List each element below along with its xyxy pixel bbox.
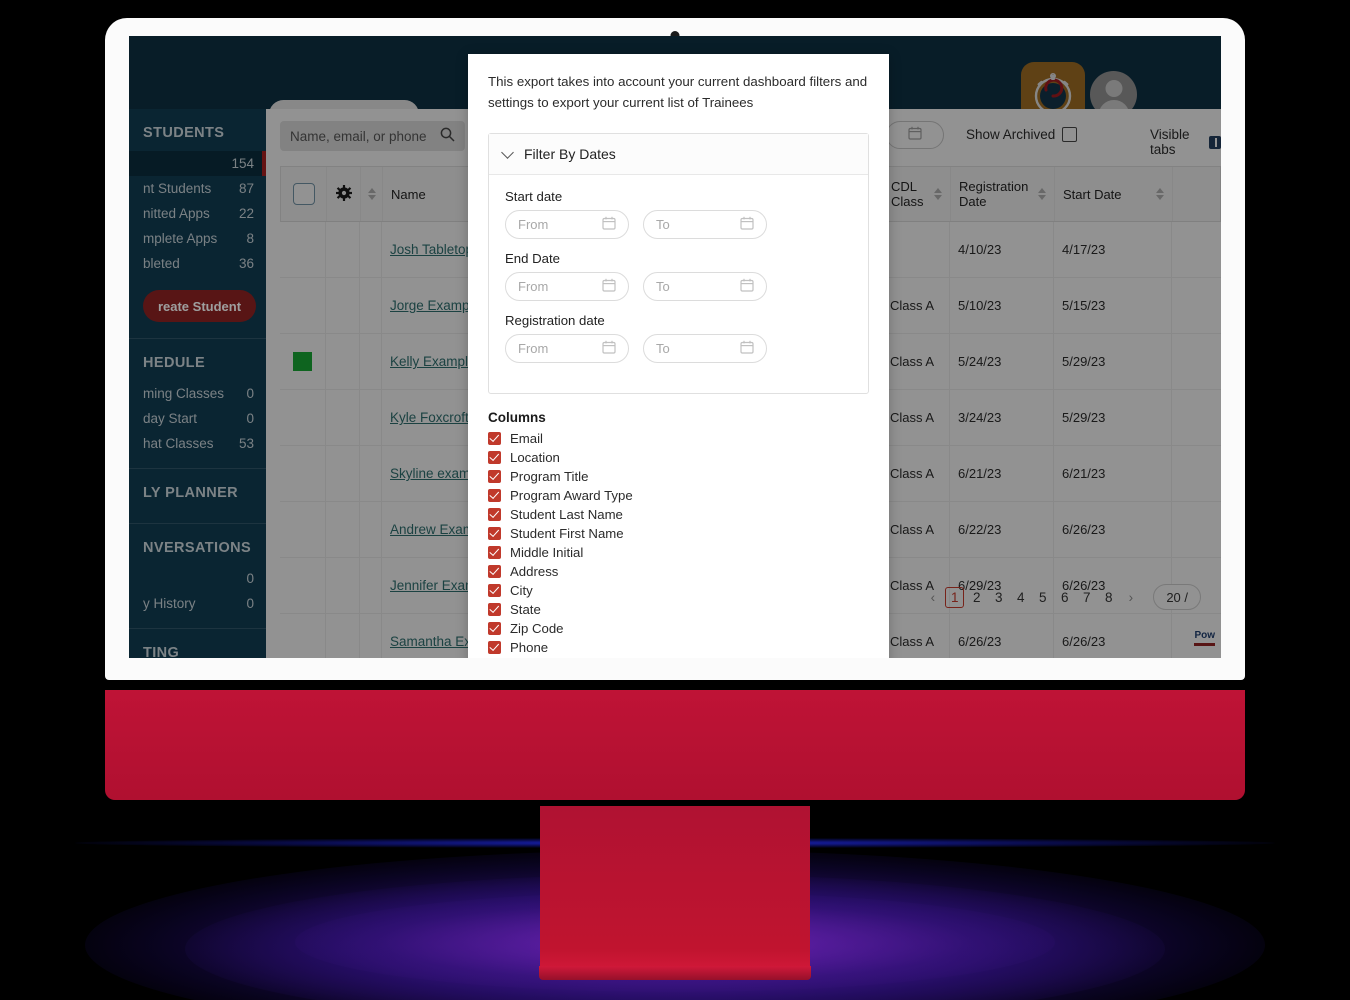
end-date-group: End Date From To <box>505 251 852 302</box>
column-checkbox[interactable] <box>488 622 501 636</box>
column-option[interactable]: Student First Name <box>488 524 869 543</box>
column-option[interactable]: Student Last Name <box>488 505 869 524</box>
end-date-inputs: From To <box>505 272 852 302</box>
column-checkbox[interactable] <box>488 489 501 503</box>
column-option-label: Location <box>510 450 560 466</box>
export-modal-description: This export takes into account your curr… <box>488 74 868 110</box>
column-option[interactable]: Program Title <box>488 467 869 486</box>
column-option-label: Student Last Name <box>510 507 623 523</box>
start-date-from-placeholder: From <box>518 217 549 233</box>
start-date-to-placeholder: To <box>656 217 670 233</box>
registration-date-group: Registration date From To <box>505 313 852 364</box>
column-option-label: Address <box>510 564 559 580</box>
start-date-to-input[interactable]: To <box>643 210 767 240</box>
monitor-stand-foot <box>539 966 811 980</box>
column-option-label: Program Award Type <box>510 488 633 504</box>
column-option[interactable]: Email <box>488 429 869 448</box>
monitor-bezel: STUDENTS 154 nt Students 87 nitted Apps … <box>105 18 1245 680</box>
columns-title: Columns <box>488 410 546 426</box>
column-option[interactable]: Location <box>488 448 869 467</box>
export-modal: This export takes into account your curr… <box>468 54 889 658</box>
end-date-to-input[interactable]: To <box>643 272 767 302</box>
monitor-stand-neck <box>540 806 810 974</box>
registration-date-inputs: From To <box>505 334 852 364</box>
column-option-label: Program Title <box>510 469 589 485</box>
column-option[interactable]: Phone <box>488 638 869 657</box>
registration-date-from-input[interactable]: From <box>505 334 629 364</box>
calendar-icon[interactable] <box>740 340 754 357</box>
start-date-from-input[interactable]: From <box>505 210 629 240</box>
export-modal-body: This export takes into account your curr… <box>468 54 889 658</box>
column-option[interactable]: Address <box>488 562 869 581</box>
column-option[interactable]: Program Award Type <box>488 486 869 505</box>
column-checkbox[interactable] <box>488 603 501 617</box>
chevron-down-icon <box>501 145 514 159</box>
column-checkbox[interactable] <box>488 432 501 446</box>
column-option[interactable]: Middle Initial <box>488 543 869 562</box>
column-checkbox[interactable] <box>488 565 501 579</box>
column-option-label: Phone <box>510 640 549 656</box>
registration-date-from-placeholder: From <box>518 341 549 357</box>
end-date-label: End Date <box>505 251 560 267</box>
calendar-icon[interactable] <box>740 278 754 295</box>
registration-date-label: Registration date <box>505 313 605 329</box>
column-option-label: Middle Initial <box>510 545 584 561</box>
filter-by-dates-header[interactable]: Filter By Dates <box>489 134 868 176</box>
column-option-label: Email <box>510 431 543 447</box>
column-option-label: City <box>510 583 533 599</box>
application-window: STUDENTS 154 nt Students 87 nitted Apps … <box>129 36 1221 658</box>
column-option[interactable]: Zip Code <box>488 619 869 638</box>
calendar-icon[interactable] <box>602 278 616 295</box>
monitor-base-band <box>105 690 1245 800</box>
column-checkbox[interactable] <box>488 584 501 598</box>
column-checkbox[interactable] <box>488 546 501 560</box>
registration-date-to-placeholder: To <box>656 341 670 357</box>
column-option-label: Student First Name <box>510 526 624 542</box>
end-date-to-placeholder: To <box>656 279 670 295</box>
filter-by-dates-accordion: Filter By Dates Start date From To End D… <box>488 133 869 395</box>
calendar-icon[interactable] <box>602 340 616 357</box>
calendar-icon[interactable] <box>740 216 754 233</box>
column-option-label: State <box>510 602 541 618</box>
screen: STUDENTS 154 nt Students 87 nitted Apps … <box>129 36 1221 658</box>
column-checkbox[interactable] <box>488 451 501 465</box>
filter-by-dates-body: Start date From To End Date From To Regi… <box>489 175 868 393</box>
filter-by-dates-title: Filter By Dates <box>524 146 616 163</box>
column-option-label: Zip Code <box>510 621 564 637</box>
column-checkbox[interactable] <box>488 508 501 522</box>
start-date-label: Start date <box>505 189 563 205</box>
column-checkbox[interactable] <box>488 470 501 484</box>
end-date-from-input[interactable]: From <box>505 272 629 302</box>
column-option[interactable]: State <box>488 600 869 619</box>
start-date-inputs: From To <box>505 210 852 240</box>
columns-list: Email Location Program Title Program Award … <box>488 429 869 658</box>
column-checkbox[interactable] <box>488 641 501 655</box>
registration-date-to-input[interactable]: To <box>643 334 767 364</box>
column-option[interactable]: SSN <box>488 657 869 658</box>
end-date-from-placeholder: From <box>518 279 549 295</box>
column-option[interactable]: City <box>488 581 869 600</box>
column-checkbox[interactable] <box>488 527 501 541</box>
calendar-icon[interactable] <box>602 216 616 233</box>
scene: STUDENTS 154 nt Students 87 nitted Apps … <box>0 0 1350 1000</box>
start-date-group: Start date From To <box>505 189 852 240</box>
